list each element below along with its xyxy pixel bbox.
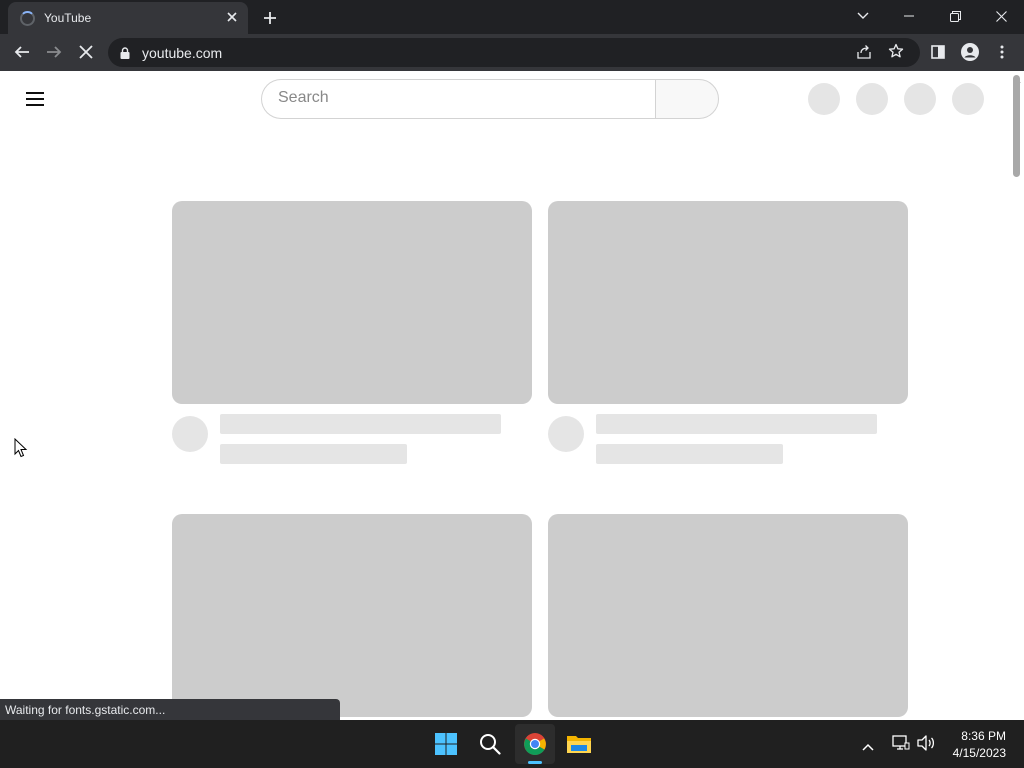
channel-avatar-placeholder	[172, 416, 208, 452]
title-placeholder	[596, 414, 877, 434]
forward-icon[interactable]	[40, 38, 68, 66]
volume-icon[interactable]	[916, 734, 936, 757]
close-window-icon[interactable]	[978, 0, 1024, 32]
chrome-icon[interactable]	[515, 724, 555, 764]
meta-placeholder	[596, 444, 783, 464]
header-placeholder-circle	[856, 83, 888, 115]
page-viewport	[0, 71, 1024, 720]
lock-icon[interactable]	[120, 46, 130, 64]
tab-strip: YouTube	[0, 0, 1024, 34]
share-icon[interactable]	[856, 44, 872, 65]
search-icon[interactable]	[470, 724, 510, 764]
search-button[interactable]	[655, 79, 719, 119]
clock-date[interactable]: 4/15/2023	[946, 746, 1006, 760]
channel-avatar-placeholder	[548, 416, 584, 452]
video-thumbnail-placeholder	[172, 201, 532, 404]
search-field[interactable]	[261, 79, 656, 119]
address-bar[interactable]: youtube.com	[108, 38, 920, 67]
restore-icon[interactable]	[932, 0, 978, 32]
status-text: Waiting for fonts.gstatic.com...	[5, 703, 166, 717]
clock-time[interactable]: 8:36 PM	[952, 729, 1006, 743]
chevron-up-icon[interactable]	[862, 738, 874, 756]
close-tab-icon[interactable]	[222, 7, 242, 27]
profile-icon[interactable]	[956, 38, 984, 66]
tab-title: YouTube	[44, 11, 92, 25]
meta-placeholder	[220, 444, 407, 464]
mouse-cursor-icon	[14, 437, 28, 463]
active-app-indicator	[528, 761, 542, 764]
side-panel-icon[interactable]	[924, 38, 952, 66]
file-explorer-icon[interactable]	[559, 724, 599, 764]
stop-loading-icon[interactable]	[72, 38, 100, 66]
video-thumbnail-placeholder	[172, 514, 532, 717]
taskbar: 8:36 PM 4/15/2023	[0, 720, 1024, 768]
search-input[interactable]	[278, 89, 638, 107]
new-tab-button[interactable]	[258, 6, 282, 30]
header-placeholder-circle	[952, 83, 984, 115]
tab-youtube[interactable]: YouTube	[8, 2, 248, 34]
tab-search-icon[interactable]	[840, 0, 886, 32]
header-placeholder-circle	[904, 83, 936, 115]
header-placeholder-circle	[808, 83, 840, 115]
scrollbar-thumb[interactable]	[1013, 75, 1020, 177]
video-thumbnail-placeholder	[548, 201, 908, 404]
status-bubble: Waiting for fonts.gstatic.com...	[0, 699, 340, 720]
minimize-icon[interactable]	[886, 0, 932, 32]
url-text[interactable]: youtube.com	[142, 45, 222, 61]
title-placeholder	[220, 414, 501, 434]
network-icon[interactable]	[892, 734, 910, 757]
bookmark-star-icon[interactable]	[888, 43, 904, 64]
more-menu-icon[interactable]	[988, 38, 1016, 66]
browser-toolbar: youtube.com	[0, 34, 1024, 71]
guide-menu-icon[interactable]	[24, 89, 48, 109]
loading-spinner-icon	[20, 11, 35, 26]
video-thumbnail-placeholder	[548, 514, 908, 717]
back-icon[interactable]	[8, 38, 36, 66]
start-icon[interactable]	[426, 724, 466, 764]
